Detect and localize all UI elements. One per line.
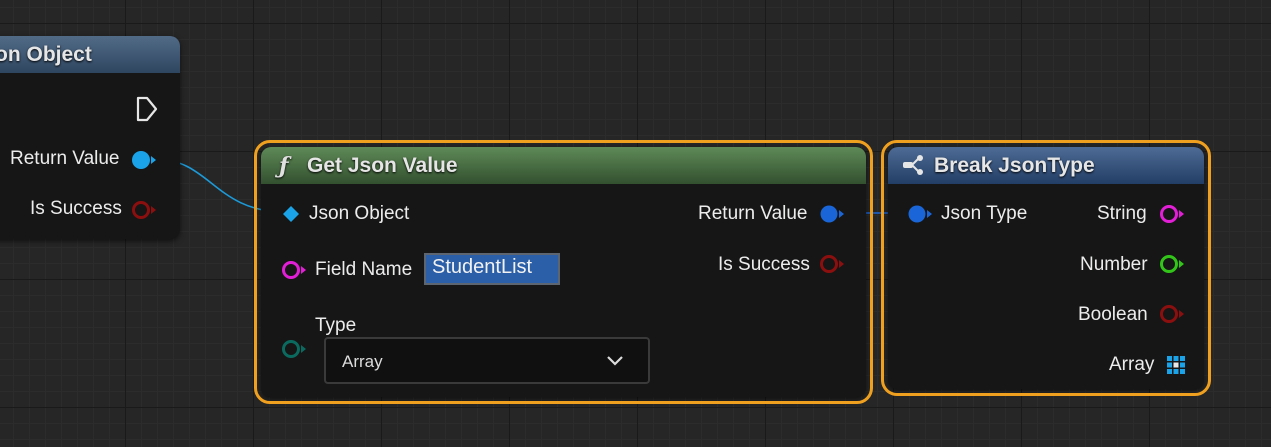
array-grid-icon[interactable] (1166, 355, 1186, 375)
return-value-pin[interactable] (818, 203, 848, 225)
break-struct-icon (903, 155, 923, 175)
number-pin[interactable] (1158, 253, 1188, 275)
type-dropdown-value: Array (342, 352, 383, 371)
return-value-label: Return Value (10, 148, 120, 169)
node-title: Get Json Value (307, 154, 458, 177)
json-object-pin[interactable] (281, 204, 301, 224)
node-title: Break JsonType (934, 154, 1095, 177)
field-name-pin[interactable] (280, 259, 310, 281)
chevron-down-icon (607, 356, 623, 366)
type-pin[interactable] (280, 338, 310, 360)
number-label: Number (1080, 254, 1148, 275)
get-json-value-header[interactable]: ƒ Get Json Value (261, 147, 866, 184)
string-pin[interactable] (1158, 203, 1188, 225)
json-object-node[interactable]: on Object Return Value Is Success (0, 36, 180, 239)
boolean-label: Boolean (1078, 304, 1148, 325)
json-type-label: Json Type (941, 203, 1028, 224)
json-object-label: Json Object (309, 203, 410, 224)
json-object-node-header[interactable]: on Object (0, 36, 180, 73)
break-json-type-header[interactable]: Break JsonType (888, 147, 1204, 184)
function-icon: ƒ (279, 153, 289, 179)
return-value-pin[interactable] (130, 149, 160, 171)
is-success-pin[interactable] (130, 199, 160, 221)
is-success-pin[interactable] (818, 253, 848, 275)
is-success-label: Is Success (30, 198, 122, 219)
get-json-value-node[interactable]: ƒ Get Json Value Json Object Field Name … (254, 140, 873, 404)
string-label: String (1097, 203, 1147, 224)
is-success-label: Is Success (718, 254, 810, 275)
json-type-pin[interactable] (906, 203, 936, 225)
boolean-pin[interactable] (1158, 303, 1188, 325)
field-name-label: Field Name (315, 259, 413, 280)
break-json-type-node[interactable]: Break JsonType Json Type String Number B… (881, 140, 1211, 396)
type-dropdown[interactable]: Array (324, 337, 650, 384)
field-name-input[interactable]: StudentList (424, 253, 560, 285)
exec-out-pin[interactable] (135, 96, 159, 122)
array-label: Array (1109, 354, 1155, 375)
return-value-label: Return Value (698, 203, 808, 224)
node-title: on Object (0, 43, 92, 66)
type-label: Type (315, 315, 357, 336)
